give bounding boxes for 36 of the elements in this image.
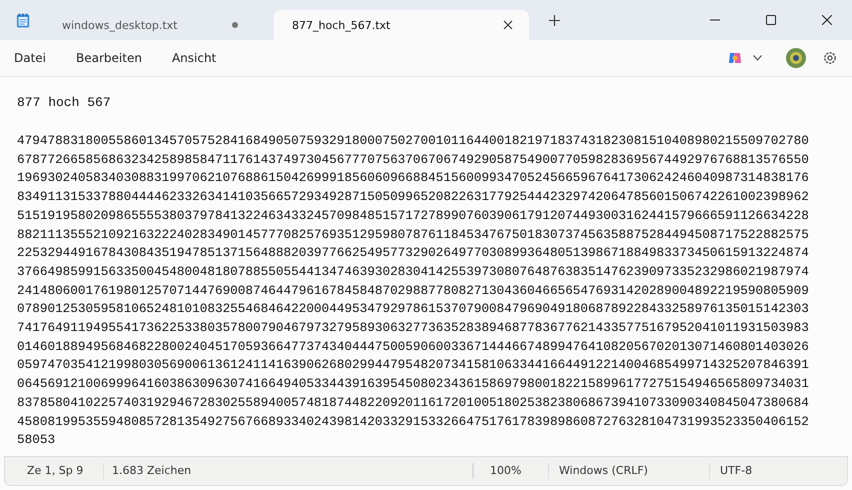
text-line: 05974703541219980305690061361241141639062680299447954820734158106334416644912214004685499714325207846391 — [17, 356, 810, 374]
text-line: 37664985991563350045480048180788550554413474639302830414255397308076487638351476239097335232986021987974 — [17, 262, 810, 281]
text-line: 01460188949568468228002404517059366477374340444750059060033671444667489947641082056702013071460801403026 — [17, 338, 810, 356]
text-line: 45808199535594808572813549275676689334024398142033291533266475176178398986087276328104731993523350406152 — [17, 412, 810, 431]
text-line: 06456912100699964160386309630741664940533443916395450802343615869798001822158996177275154946565809734031 — [17, 375, 810, 394]
text-line: 83785804102257403192946728302558940057481874482209201161720100518025382380686739410733090340845047380684 — [17, 394, 810, 412]
file-tab[interactable]: windows_desktop.txt — [44, 10, 254, 40]
character-count: 1.683 Zeichen — [104, 463, 473, 479]
menu-item[interactable]: Datei — [14, 51, 46, 65]
text-line: 51519195802098655553803797841322463433245709848515717278990760390617912074493003162441579666591126634228 — [17, 206, 810, 225]
text-line: 07890125305958106524810108325546846422000449534792978615370790084796904918068789228433258976135015142303 — [17, 300, 810, 318]
chevron-down-icon[interactable] — [753, 55, 762, 61]
avatar-icon[interactable] — [786, 48, 806, 68]
text-line: 19693024058340308831997062107688615042699918560609668845156009934705245665967641730624246040987314838176 — [17, 169, 810, 188]
line-ending[interactable]: Windows (CRLF) — [549, 463, 710, 479]
text-line: 74176491194955417362253380357800790467973279589306327736352838946877836776214335775167952041011931503983 — [17, 319, 810, 338]
settings-icon[interactable] — [822, 50, 838, 66]
text-line: 24148060017619801257071447690087464479616784584870298877808271304360466565476931420289004892219590805909 — [17, 282, 810, 300]
maximize-icon[interactable] — [766, 15, 776, 25]
menu-item[interactable]: Ansicht — [172, 51, 216, 65]
text-line: 22532944916784308435194785137156488820397766254957732902649770308993648051398671884983373450615913224874 — [17, 244, 810, 262]
text-line: 83491131533788044446233263414103566572934928715050996520822631779254442329742064785601506742261002398962 — [17, 188, 810, 206]
text-line: 88211135552109216322240283490145777082576935129598078761184534767501830737456358875284494508717522882575 — [17, 226, 810, 244]
text-line: 47947883180055860134570575284168490507593291800075027001011644001821971837431823081510408980215509702780 — [17, 132, 810, 150]
new-tab-icon[interactable] — [549, 14, 560, 26]
cursor-position[interactable]: Ze 1, Sp 9 — [5, 463, 104, 479]
close-tab-icon[interactable] — [503, 20, 513, 30]
zoom-level[interactable]: 100% — [473, 463, 549, 479]
text-line: 877 hoch 567 — [17, 95, 111, 110]
menu-item[interactable]: Bearbeiten — [76, 51, 142, 65]
encoding[interactable]: UTF-8 — [710, 463, 752, 479]
close-icon[interactable] — [822, 15, 832, 25]
file-tab[interactable]: 877_hoch_567.txt — [274, 10, 529, 40]
text-line: 58053 — [17, 431, 56, 450]
text-line: 67877266585686323425898584711761437497304567770756370670674929058754900770598283695674492976768813576550 — [17, 150, 810, 169]
notepad-icon — [16, 12, 30, 28]
